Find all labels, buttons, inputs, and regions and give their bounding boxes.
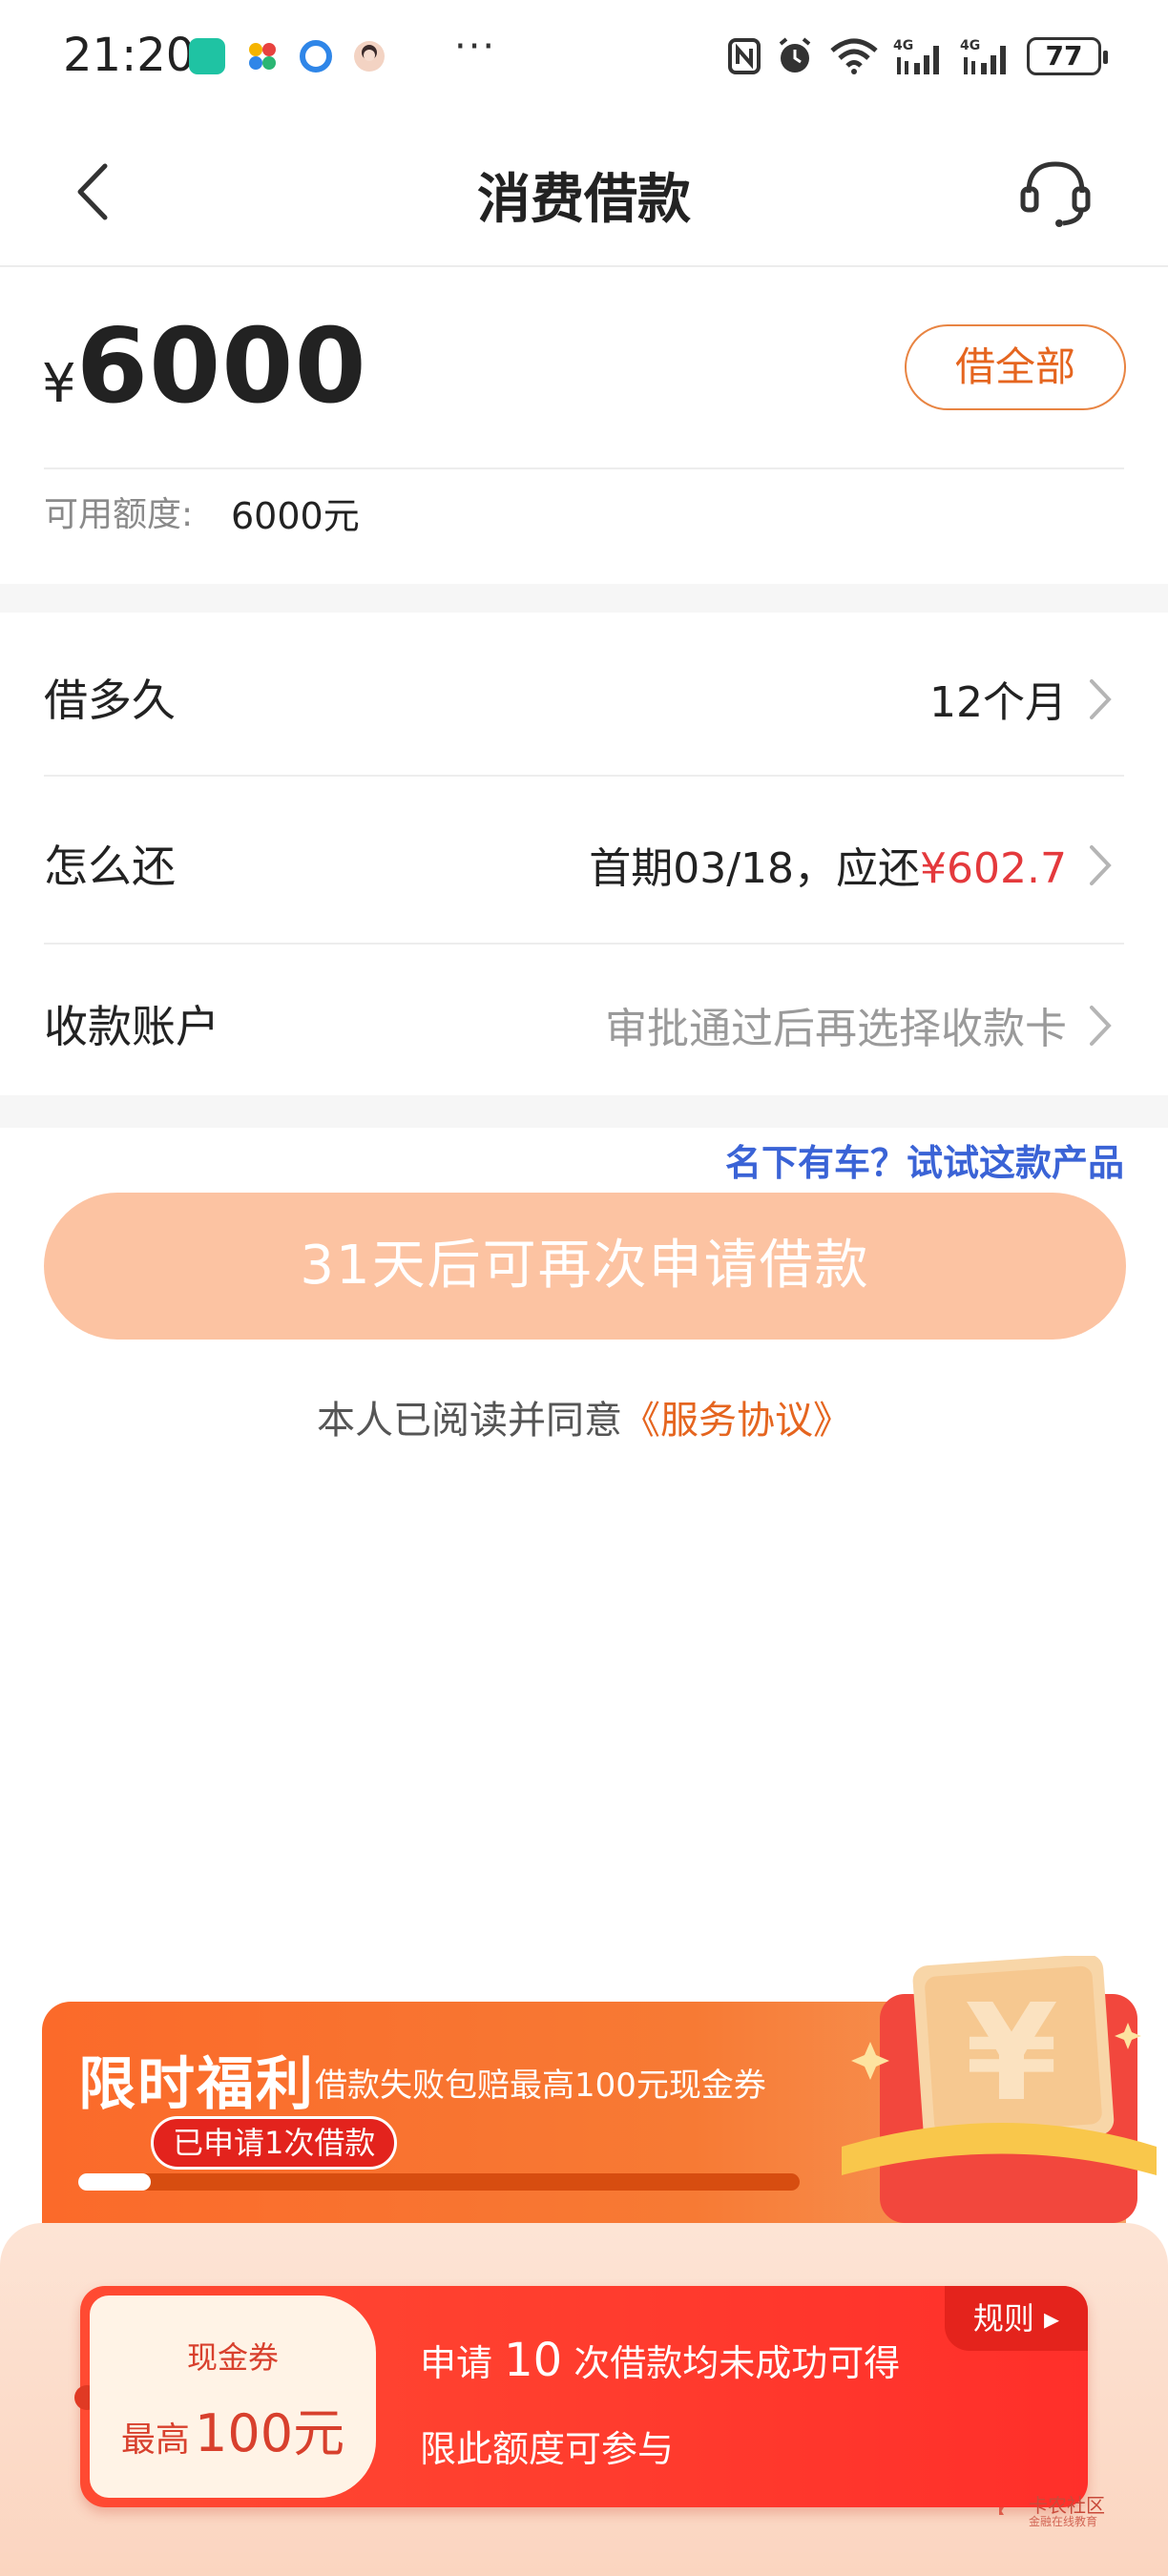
coupon-condition-a: 申请 <box>420 2342 493 2384</box>
avatar-app-icon <box>354 41 385 72</box>
status-time: 21:20 <box>63 29 196 82</box>
signal-4g-icon: 4G <box>960 38 1006 74</box>
receiving-account-value: 审批通过后再选择收款卡 <box>605 1005 1067 1053</box>
available-quota-label: 可用额度: <box>44 495 194 534</box>
more-notifications-icon: ··· <box>454 25 497 69</box>
receiving-account-row[interactable]: 收款账户 审批通过后再选择收款卡 <box>44 939 1124 1105</box>
wifi-icon <box>830 38 878 74</box>
loan-term-label: 借多久 <box>44 675 176 726</box>
app-notification-icon <box>189 38 225 74</box>
coupon-eligibility: 限此额度可参与 <box>420 2428 675 2470</box>
svg-text:¥: ¥ <box>965 1976 1057 2131</box>
loan-amount[interactable]: 6000 <box>76 307 367 426</box>
divider <box>44 775 1124 777</box>
coupon-stub: 现金券 最高 100元 <box>90 2296 376 2498</box>
divider <box>44 467 1124 469</box>
apply-loan-button[interactable]: 31天后可再次申请借款 <box>44 1193 1126 1340</box>
coupon-condition: 申请 10 次借款均未成功可得 <box>420 2334 900 2387</box>
browser-app-icon <box>300 40 332 73</box>
section-gap <box>0 584 1168 613</box>
available-quota-value: 6000元 <box>231 495 360 537</box>
alarm-icon <box>779 37 811 73</box>
signal-4g-icon: 4G <box>893 38 939 74</box>
currency-symbol: ¥ <box>42 353 76 415</box>
rules-button[interactable]: 规则 ▸ <box>945 2286 1088 2351</box>
navigation-bar: 消费借款 <box>0 114 1168 267</box>
repayment-label: 怎么还 <box>44 841 176 892</box>
applied-count-badge: 已申请1次借款 <box>151 2116 398 2170</box>
welfare-title: 限时福利 <box>78 2051 315 2118</box>
pinwheel-app-icon <box>249 43 276 70</box>
cash-coupon-card[interactable]: 现金券 最高 100元 申请 10 次借款均未成功可得 限此额度可参与 规则 ▸ <box>74 2286 1088 2507</box>
first-payment-amount: ¥602.7 <box>920 844 1067 893</box>
loan-term-row[interactable]: 借多久 12个月 <box>44 613 1124 779</box>
svg-text:4G: 4G <box>960 38 980 53</box>
section-gap <box>0 1095 1168 1128</box>
coupon-max-prefix: 最高 <box>120 2420 190 2460</box>
borrow-all-button[interactable]: 借全部 <box>905 324 1126 410</box>
status-indicators: 4G 4G 77 <box>727 34 1108 78</box>
battery-icon: 77 <box>1027 37 1108 75</box>
coupon-condition-b: 次借款均未成功可得 <box>574 2342 901 2384</box>
status-bar: 21:20 ··· 4G 4G 77 <box>0 0 1168 114</box>
coupon-amount: 100元 <box>195 2403 345 2463</box>
nfc-icon <box>728 38 761 74</box>
repayment-row[interactable]: 怎么还 首期03/18，应还¥602.7 <box>44 779 1124 945</box>
welfare-subtitle: 借款失败包赔最高100元现金券 <box>315 2067 766 2105</box>
car-owner-product-link[interactable]: 名下有车？试试这款产品 <box>725 1133 1124 1186</box>
loan-term-value: 12个月 <box>929 678 1067 727</box>
coupon-type-label: 现金券 <box>186 2339 279 2376</box>
coupon-max-value: 最高 100元 <box>90 2391 376 2466</box>
chevron-right-icon <box>1090 1006 1112 1046</box>
chevron-right-icon <box>1090 679 1112 719</box>
customer-service-headset-icon[interactable] <box>1017 155 1094 231</box>
receiving-account-label: 收款账户 <box>44 1001 219 1052</box>
first-payment-text: 首期03/18，应还 <box>589 844 921 893</box>
agreement-text: 本人已阅读并同意《服务协议》 <box>0 1389 1168 1444</box>
loan-amount-section: ¥ 6000 借全部 可用额度: 6000元 <box>0 269 1168 584</box>
welfare-progress-fill <box>78 2173 151 2191</box>
watermark-subtext: 金融在线教育 <box>1029 2515 1098 2528</box>
svg-text:4G: 4G <box>893 38 913 53</box>
community-watermark-logo <box>999 2507 1004 2515</box>
chevron-right-icon <box>1090 845 1112 885</box>
red-packet-yuan-icon: ¥ <box>842 1956 1157 2223</box>
welfare-progress-bar <box>78 2173 800 2191</box>
repayment-value: 首期03/18，应还¥602.7 <box>589 834 1067 895</box>
service-agreement-link[interactable]: 《服务协议》 <box>622 1399 851 1443</box>
agreement-prefix: 本人已阅读并同意 <box>317 1399 622 1443</box>
coupon-condition-count: 10 <box>504 2334 563 2387</box>
page-title: 消费借款 <box>477 169 691 231</box>
